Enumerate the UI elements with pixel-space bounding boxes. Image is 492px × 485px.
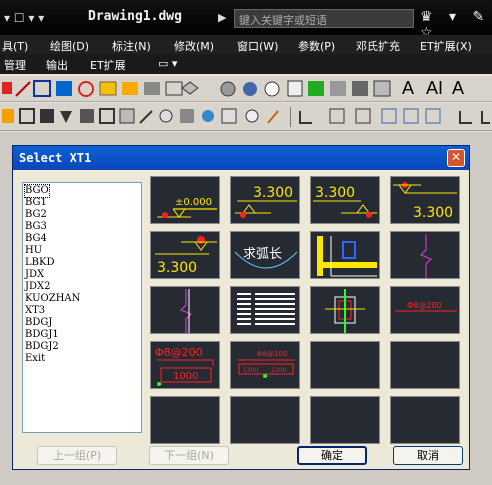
- list-item[interactable]: KUOZHAN: [25, 293, 80, 305]
- close-button[interactable]: ✕: [447, 149, 465, 167]
- list-item[interactable]: JDX: [25, 269, 44, 281]
- autocad-window: ▾ ☐ ▾ ▾ Drawing1.dwg ▶ 键入关键字或短语 ♛ ▾ ✎ ☆ …: [0, 0, 492, 485]
- menu-tools[interactable]: 具(T): [2, 38, 28, 54]
- list-item[interactable]: BG2: [25, 209, 47, 221]
- thumb-label: 3.300: [157, 260, 197, 276]
- menu-deng-extension[interactable]: 邓氏扩充: [356, 38, 400, 54]
- tab-more-dropdown[interactable]: ▭ ▾: [158, 57, 177, 70]
- thumb-label: 3.300: [315, 185, 355, 201]
- list-item[interactable]: BDGJ2: [25, 341, 59, 353]
- list-item[interactable]: BG4: [25, 233, 47, 245]
- thumb-label: 3.300: [413, 205, 453, 221]
- menu-window[interactable]: 窗口(W): [237, 38, 278, 54]
- prev-group-button[interactable]: 上一组(P): [37, 446, 117, 465]
- thumbnail-rebar-span[interactable]: Φ8@200 1000: [150, 341, 220, 389]
- thumbnail-elevation-a[interactable]: 3.300: [230, 176, 300, 224]
- list-item[interactable]: Exit: [25, 353, 45, 365]
- tab-output[interactable]: 输出: [46, 57, 68, 73]
- ok-button[interactable]: 确定: [297, 446, 367, 465]
- cancel-button[interactable]: 取消: [393, 446, 463, 465]
- thumbnail-rebar-line[interactable]: Φ8@200: [390, 286, 460, 334]
- thumb-label: Φ8@200: [155, 346, 203, 359]
- list-item[interactable]: XT3: [25, 305, 45, 317]
- thumbnail-text-table[interactable]: [230, 286, 300, 334]
- toolbar-modify: [0, 103, 492, 131]
- menu-modify[interactable]: 修改(M): [174, 38, 214, 54]
- thumbnail-empty[interactable]: [390, 396, 460, 444]
- thumbnail-rebar-dim[interactable]: Φ8@100 1200 1200: [230, 341, 300, 389]
- menu-draw[interactable]: 绘图(D): [50, 38, 89, 54]
- list-item[interactable]: BG1: [25, 197, 47, 209]
- thumbnail-break-line-mag[interactable]: [150, 286, 220, 334]
- thumbnail-elevation-c[interactable]: 3.300: [390, 176, 460, 224]
- single-text-icon[interactable]: A: [452, 78, 464, 99]
- search-input[interactable]: 键入关键字或短语: [234, 9, 414, 28]
- thumbnail-break-line-v[interactable]: [390, 231, 460, 279]
- list-item[interactable]: HU: [25, 245, 42, 257]
- expand-arrow-icon[interactable]: ▶: [218, 11, 226, 24]
- list-item[interactable]: BDGJ1: [25, 329, 59, 341]
- list-item[interactable]: LBKD: [25, 257, 54, 269]
- thumb-label: 1200: [271, 367, 286, 374]
- thumb-label: 3.300: [253, 185, 293, 201]
- thumbnail-empty[interactable]: [310, 341, 380, 389]
- thumbnail-empty[interactable]: [150, 396, 220, 444]
- list-item[interactable]: JDX2: [25, 281, 51, 293]
- menu-bar: 具(T) 绘图(D) 标注(N) 修改(M) 窗口(W) 参数(P) 邓氏扩充 …: [0, 35, 492, 54]
- thumb-label: 1000: [173, 371, 198, 382]
- quick-access-toolbar[interactable]: ▾ ☐ ▾ ▾: [4, 11, 44, 25]
- menu-et-extension[interactable]: ET扩展(X): [420, 38, 472, 54]
- dialog-title: Select XT1: [19, 151, 92, 165]
- list-item[interactable]: BG3: [25, 221, 47, 233]
- text-style-a-icon[interactable]: A: [402, 78, 414, 99]
- thumb-label: 求弧长: [243, 247, 282, 262]
- multiline-text-icon[interactable]: AI: [426, 78, 443, 99]
- thumb-label: Φ8@100: [257, 350, 287, 358]
- toolbar-icons-row2[interactable]: [0, 103, 492, 131]
- document-title: Drawing1.dwg: [88, 9, 182, 24]
- thumb-label: Φ8@200: [407, 301, 442, 310]
- thumbnail-column-detail[interactable]: [310, 286, 380, 334]
- select-xt1-dialog: Select XT1 ✕ BGO BG1 BG2 BG3 BG4 HU LBKD…: [12, 145, 470, 470]
- title-bar: ▾ ☐ ▾ ▾ Drawing1.dwg ▶ 键入关键字或短语 ♛ ▾ ✎ ☆: [0, 0, 492, 41]
- thumbnail-empty[interactable]: [310, 396, 380, 444]
- thumbnail-elevation-zero[interactable]: ±0.000: [150, 176, 220, 224]
- thumb-label: 1200: [243, 367, 258, 374]
- ribbon-tabs: 管理 输出 ET扩展 ▭ ▾: [0, 54, 492, 74]
- list-item[interactable]: BDGJ: [25, 317, 52, 329]
- toolbar-draw: A AI A: [0, 76, 492, 102]
- thumb-label: ±0.000: [175, 197, 212, 208]
- tab-manage[interactable]: 管理: [4, 57, 26, 73]
- dialog-title-bar: Select XT1 ✕: [13, 146, 469, 170]
- thumbnail-empty[interactable]: [390, 341, 460, 389]
- toolbar-icons-row1[interactable]: [0, 76, 492, 102]
- list-item[interactable]: BGO: [24, 184, 50, 198]
- thumbnail-arc-length[interactable]: 求弧长: [230, 231, 300, 279]
- menu-parameters[interactable]: 参数(P): [298, 38, 335, 54]
- thumbnail-elevation-d[interactable]: 3.300: [150, 231, 220, 279]
- thumbnail-empty[interactable]: [230, 396, 300, 444]
- menu-dimension[interactable]: 标注(N): [112, 38, 151, 54]
- next-group-button[interactable]: 下一组(N): [149, 446, 229, 465]
- block-listbox[interactable]: BGO BG1 BG2 BG3 BG4 HU LBKD JDX JDX2 KUO…: [22, 182, 142, 433]
- thumbnail-wall-corner[interactable]: [310, 231, 380, 279]
- thumbnail-elevation-b[interactable]: 3.300: [310, 176, 380, 224]
- tab-et-extension[interactable]: ET扩展: [90, 57, 126, 73]
